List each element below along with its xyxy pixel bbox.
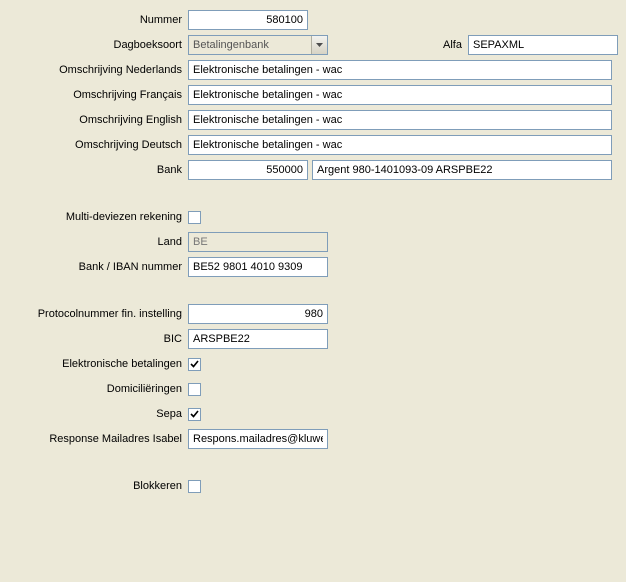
iban-input[interactable]	[188, 257, 328, 277]
chevron-down-icon	[311, 36, 327, 54]
label-omsch-en: Omschrijving English	[8, 114, 188, 126]
label-omsch-nl: Omschrijving Nederlands	[8, 64, 188, 76]
dagboeksoort-select[interactable]: Betalingenbank	[188, 35, 328, 55]
label-domic: Domiciliëringen	[8, 383, 188, 395]
omsch-de-input[interactable]	[188, 135, 612, 155]
label-nummer: Nummer	[8, 14, 188, 26]
label-land: Land	[8, 236, 188, 248]
bank-desc-input[interactable]	[312, 160, 612, 180]
label-iban: Bank / IBAN nummer	[8, 261, 188, 273]
label-dagboeksoort: Dagboeksoort	[8, 39, 188, 51]
label-protocol: Protocolnummer fin. instelling	[8, 308, 188, 320]
alfa-input[interactable]	[468, 35, 618, 55]
label-multi: Multi-deviezen rekening	[8, 211, 188, 223]
label-alfa: Alfa	[388, 39, 468, 51]
omsch-en-input[interactable]	[188, 110, 612, 130]
omsch-nl-input[interactable]	[188, 60, 612, 80]
elekbet-checkbox[interactable]	[188, 358, 201, 371]
dagboeksoort-value: Betalingenbank	[193, 39, 269, 51]
label-sepa: Sepa	[8, 408, 188, 420]
response-input[interactable]	[188, 429, 328, 449]
bic-input[interactable]	[188, 329, 328, 349]
label-bic: BIC	[8, 333, 188, 345]
label-blokkeren: Blokkeren	[8, 480, 188, 492]
label-response: Response Mailadres Isabel	[8, 433, 188, 445]
blokkeren-checkbox[interactable]	[188, 480, 201, 493]
domic-checkbox[interactable]	[188, 383, 201, 396]
label-omsch-de: Omschrijving Deutsch	[8, 139, 188, 151]
sepa-checkbox[interactable]	[188, 408, 201, 421]
label-bank: Bank	[8, 164, 188, 176]
multi-checkbox[interactable]	[188, 211, 201, 224]
label-omsch-fr: Omschrijving Français	[8, 89, 188, 101]
bank-code-input[interactable]	[188, 160, 308, 180]
omsch-fr-input[interactable]	[188, 85, 612, 105]
protocol-input[interactable]	[188, 304, 328, 324]
nummer-input[interactable]	[188, 10, 308, 30]
land-field: BE	[188, 232, 328, 252]
label-elekbet: Elektronische betalingen	[8, 358, 188, 370]
